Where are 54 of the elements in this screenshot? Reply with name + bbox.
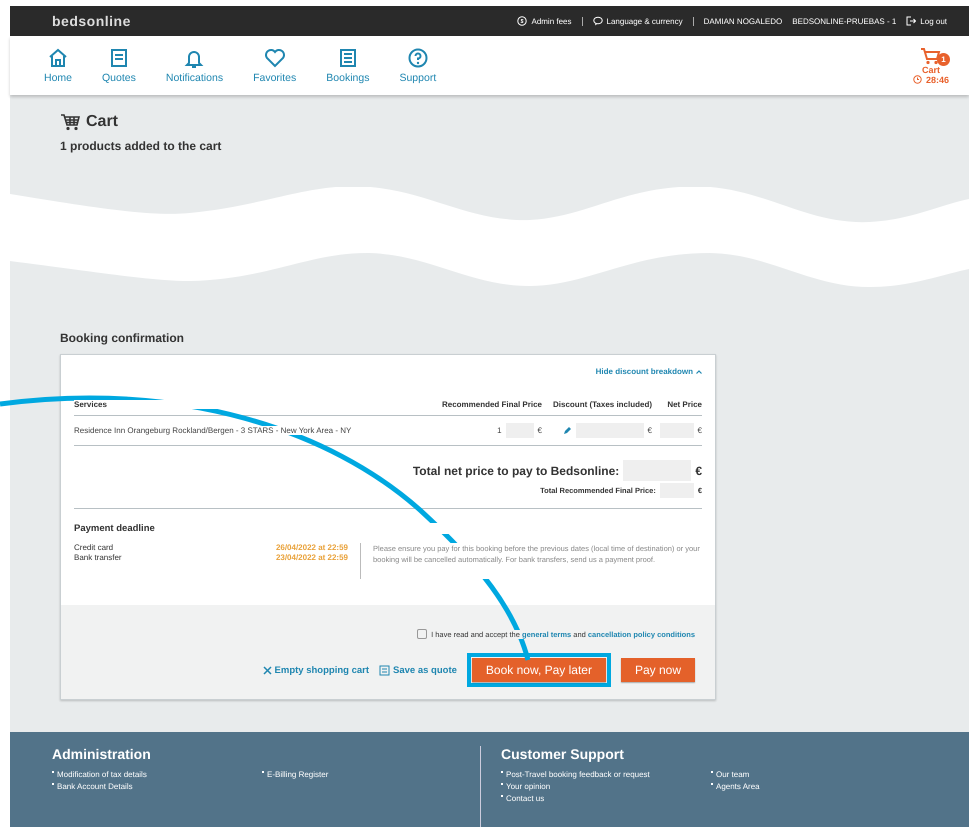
currency-symbol: € xyxy=(648,426,652,435)
clock-icon xyxy=(912,75,922,84)
agency-name: BEDSONLINE-PRUEBAS - 1 xyxy=(792,16,896,26)
cart-count-badge: 1 xyxy=(936,52,950,66)
help-icon xyxy=(406,47,429,69)
footer-heading: Administration xyxy=(52,746,152,762)
footer-link[interactable]: Our team xyxy=(711,770,921,779)
deadline-date: 23/04/2022 at 22:59 xyxy=(276,553,348,562)
nav-item[interactable]: Favorites xyxy=(249,47,300,84)
footer-link[interactable]: Agents Area xyxy=(711,782,921,791)
footer-link[interactable]: Your opinion xyxy=(501,782,711,791)
deadline-date: 26/04/2022 at 22:59 xyxy=(276,543,348,552)
nav-item[interactable]: Notifications xyxy=(162,47,228,84)
currency-symbol: € xyxy=(698,426,702,435)
speech-bubble-icon xyxy=(592,16,603,26)
footer-link[interactable]: Contact us xyxy=(501,794,711,803)
coin-icon xyxy=(517,16,528,26)
footer-link[interactable]: Bank Account Details xyxy=(52,782,262,791)
cart-link[interactable]: 1 Cart 28:46 xyxy=(912,46,949,84)
empty-cart-button[interactable]: Empty shopping cart xyxy=(262,664,370,676)
logout-link[interactable]: Log out xyxy=(906,16,947,26)
nav-item[interactable]: Home xyxy=(40,47,76,84)
save-quote-button[interactable]: Save as quote xyxy=(379,664,457,676)
heart-icon xyxy=(264,47,286,69)
footer-link[interactable]: E-Billing Register xyxy=(262,770,472,779)
currency-symbol: € xyxy=(538,426,542,435)
top-link[interactable]: Admin fees xyxy=(517,16,572,26)
nav-item[interactable]: Support xyxy=(395,47,440,84)
price-digit: 1 xyxy=(497,426,502,435)
page-title: Cart xyxy=(86,113,118,131)
total-label: Total net price to pay to Bedsonline: xyxy=(412,464,620,478)
nav-item[interactable]: Bookings xyxy=(322,47,374,84)
footer-heading: Customer Support xyxy=(501,746,625,762)
section-title: Booking confirmation xyxy=(60,331,185,345)
nav-item[interactable]: Quotes xyxy=(98,47,140,84)
book-later-button[interactable]: Book now, Pay later xyxy=(472,658,606,682)
caret-up-icon xyxy=(696,370,702,374)
pay-now-button[interactable]: Pay now xyxy=(620,658,695,682)
home-icon xyxy=(47,47,69,69)
close-icon xyxy=(262,666,272,674)
cart-timer: 28:46 xyxy=(926,74,949,84)
footer-link[interactable]: Modification of tax details xyxy=(52,770,262,779)
currency-symbol: € xyxy=(695,464,702,478)
user-name: DAMIAN NOGALEDO xyxy=(704,16,782,26)
cart-icon xyxy=(920,46,942,64)
hide-discount-link[interactable]: Hide discount breakdown xyxy=(596,367,702,376)
footer-link[interactable]: Post-Travel booking feedback or request xyxy=(501,770,711,779)
top-link[interactable]: Language & currency xyxy=(592,16,683,26)
cart-summary: 1 products added to the cart xyxy=(60,139,222,153)
document-icon xyxy=(379,664,390,676)
brand-logo[interactable]: bedsonline xyxy=(52,13,131,29)
terms-checkbox[interactable] xyxy=(417,629,428,639)
cart-icon xyxy=(60,113,80,131)
logout-icon xyxy=(906,16,916,26)
